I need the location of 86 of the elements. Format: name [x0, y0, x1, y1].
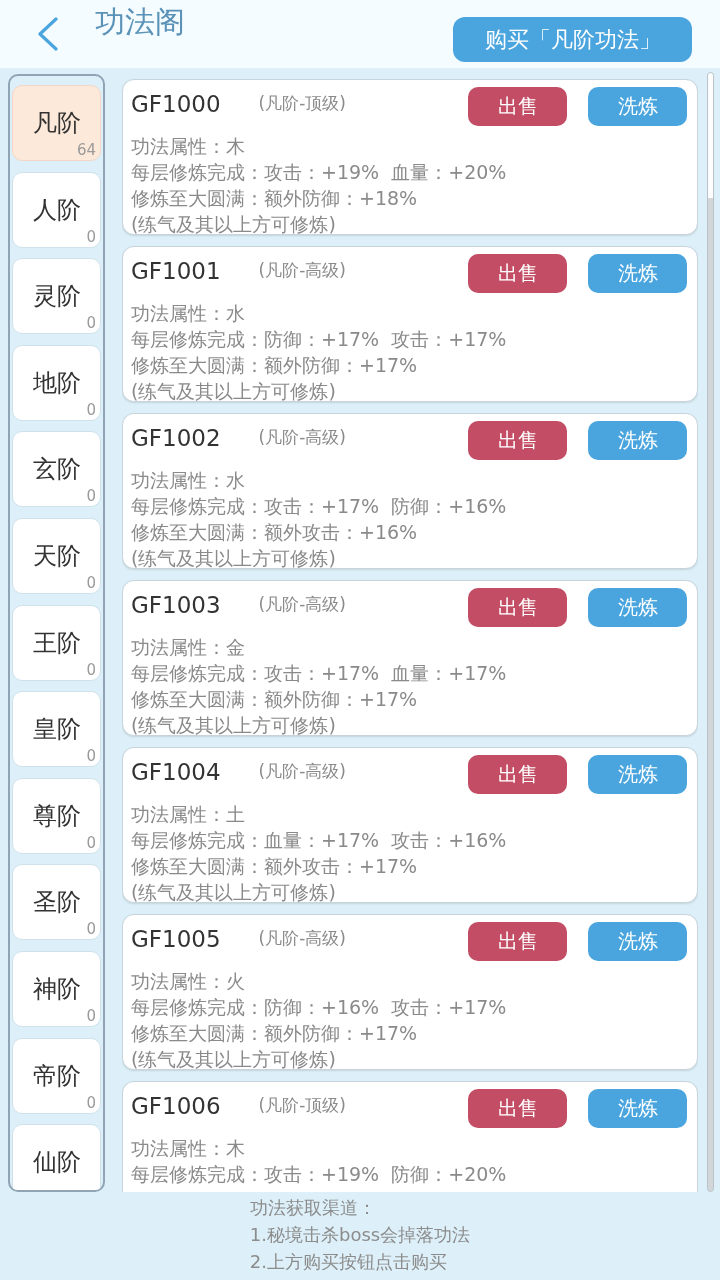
item-count: 0: [86, 660, 96, 679]
refine-button[interactable]: 洗炼: [588, 588, 687, 627]
technique-code: GF1001: [131, 257, 221, 284]
grade-tab[interactable]: 尊阶 0: [12, 777, 101, 854]
technique-grade: (凡阶-高级): [258, 927, 346, 950]
item-count: 64: [76, 141, 96, 159]
grade-tab[interactable]: 玄阶 0: [12, 431, 101, 508]
attribute-text: 功法属性：火: [131, 969, 246, 994]
requirement-text: (练气及其以上方可修炼): [131, 713, 337, 738]
layer-bonus-text: 每层修炼完成：防御：+17% 攻击：+17%: [131, 327, 508, 352]
layer-bonus-text: 每层修炼完成：攻击：+19% 防御：+20%: [131, 1162, 508, 1187]
completion-bonus-text: 修炼至大圆满：额外防御：+17%: [131, 1021, 419, 1046]
attribute-text: 功法属性：木: [131, 1136, 246, 1161]
back-chevron-icon[interactable]: [37, 17, 59, 51]
grade-tab[interactable]: 人阶 0: [12, 171, 101, 248]
completion-bonus-text: 修炼至大圆满：额外防御：+17%: [131, 687, 419, 712]
refine-button[interactable]: 洗炼: [588, 922, 687, 961]
grade-tab[interactable]: 神阶 0: [12, 950, 101, 1027]
buy-button[interactable]: 购买「凡阶功法」: [453, 17, 692, 62]
technique-code: GF1005: [131, 925, 221, 952]
technique-code: GF1006: [131, 1092, 221, 1119]
sell-button[interactable]: 出售: [468, 87, 567, 126]
item-count: 0: [86, 487, 96, 506]
requirement-text: (练气及其以上方可修炼): [131, 379, 337, 404]
sell-button[interactable]: 出售: [468, 755, 567, 794]
sell-button[interactable]: 出售: [468, 922, 567, 961]
item-count: 0: [86, 227, 96, 246]
footer-text: 1.秘境击杀boss会掉落功法: [249, 1223, 471, 1247]
attribute-text: 功法属性：水: [131, 468, 246, 493]
scrollbar[interactable]: [707, 72, 714, 1192]
layer-bonus-text: 每层修炼完成：攻击：+19% 血量：+20%: [131, 160, 508, 185]
layer-bonus-text: 每层修炼完成：防御：+16% 攻击：+17%: [131, 995, 508, 1020]
grade-tab[interactable]: 皇阶 0: [12, 691, 101, 768]
attribute-text: 功法属性：土: [131, 802, 246, 827]
refine-button[interactable]: 洗炼: [588, 254, 687, 293]
technique-grade: (凡阶-高级): [258, 593, 346, 616]
requirement-text: (练气及其以上方可修炼): [131, 880, 337, 905]
requirement-text: (练气及其以上方可修炼): [131, 1047, 337, 1072]
technique-code: GF1004: [131, 758, 221, 785]
attribute-text: 功法属性：木: [131, 134, 246, 159]
footer-text: 2.上方购买按钮点击购买: [249, 1250, 448, 1274]
layer-bonus-text: 每层修炼完成：血量：+17% 攻击：+16%: [131, 828, 508, 853]
item-count: 0: [86, 833, 96, 852]
grade-tab[interactable]: 凡阶 64: [12, 85, 101, 161]
sell-button[interactable]: 出售: [468, 588, 567, 627]
attribute-text: 功法属性：金: [131, 635, 246, 660]
technique-code: GF1002: [131, 424, 221, 451]
sell-button[interactable]: 出售: [468, 421, 567, 460]
item-count: 0: [86, 400, 96, 419]
grade-tab[interactable]: 仙阶: [12, 1124, 101, 1190]
grade-tab[interactable]: 王阶 0: [12, 604, 101, 681]
item-count: 0: [86, 314, 96, 333]
requirement-text: (练气及其以上方可修炼): [131, 212, 337, 237]
completion-bonus-text: 修炼至大圆满：额外防御：+18%: [131, 186, 419, 211]
layer-bonus-text: 每层修炼完成：攻击：+17% 防御：+16%: [131, 494, 508, 519]
item-count: 0: [86, 1006, 96, 1025]
refine-button[interactable]: 洗炼: [588, 1089, 687, 1128]
grade-tab[interactable]: 灵阶 0: [12, 258, 101, 335]
completion-bonus-text: 修炼至大圆满：额外攻击：+17%: [131, 854, 419, 879]
technique-grade: (凡阶-高级): [258, 760, 346, 783]
grade-tab[interactable]: 地阶 0: [12, 344, 101, 421]
technique-grade: (凡阶-顶级): [258, 1094, 346, 1117]
technique-code: GF1000: [131, 90, 221, 117]
footer-heading: 功法获取渠道：: [249, 1196, 377, 1220]
completion-bonus-text: 修炼至大圆满：额外攻击：+16%: [131, 520, 419, 545]
page-title: 功法阁: [95, 3, 185, 41]
grade-tab[interactable]: 圣阶 0: [12, 864, 101, 941]
refine-button[interactable]: 洗炼: [588, 755, 687, 794]
layer-bonus-text: 每层修炼完成：攻击：+17% 血量：+17%: [131, 661, 508, 686]
sell-button[interactable]: 出售: [468, 254, 567, 293]
item-count: 0: [86, 920, 96, 939]
technique-grade: (凡阶-高级): [258, 426, 346, 449]
refine-button[interactable]: 洗炼: [588, 421, 687, 460]
technique-grade: (凡阶-顶级): [258, 92, 346, 115]
attribute-text: 功法属性：水: [131, 301, 246, 326]
technique-grade: (凡阶-高级): [258, 259, 346, 282]
requirement-text: (练气及其以上方可修炼): [131, 546, 337, 571]
sell-button[interactable]: 出售: [468, 1089, 567, 1128]
technique-code: GF1003: [131, 591, 221, 618]
grade-tab[interactable]: 帝阶 0: [12, 1037, 101, 1114]
item-count: 0: [86, 747, 96, 766]
grade-tab[interactable]: 天阶 0: [12, 517, 101, 594]
refine-button[interactable]: 洗炼: [588, 87, 687, 126]
item-count: 0: [86, 1093, 96, 1112]
item-count: 0: [86, 573, 96, 592]
completion-bonus-text: 修炼至大圆满：额外防御：+17%: [131, 353, 419, 378]
